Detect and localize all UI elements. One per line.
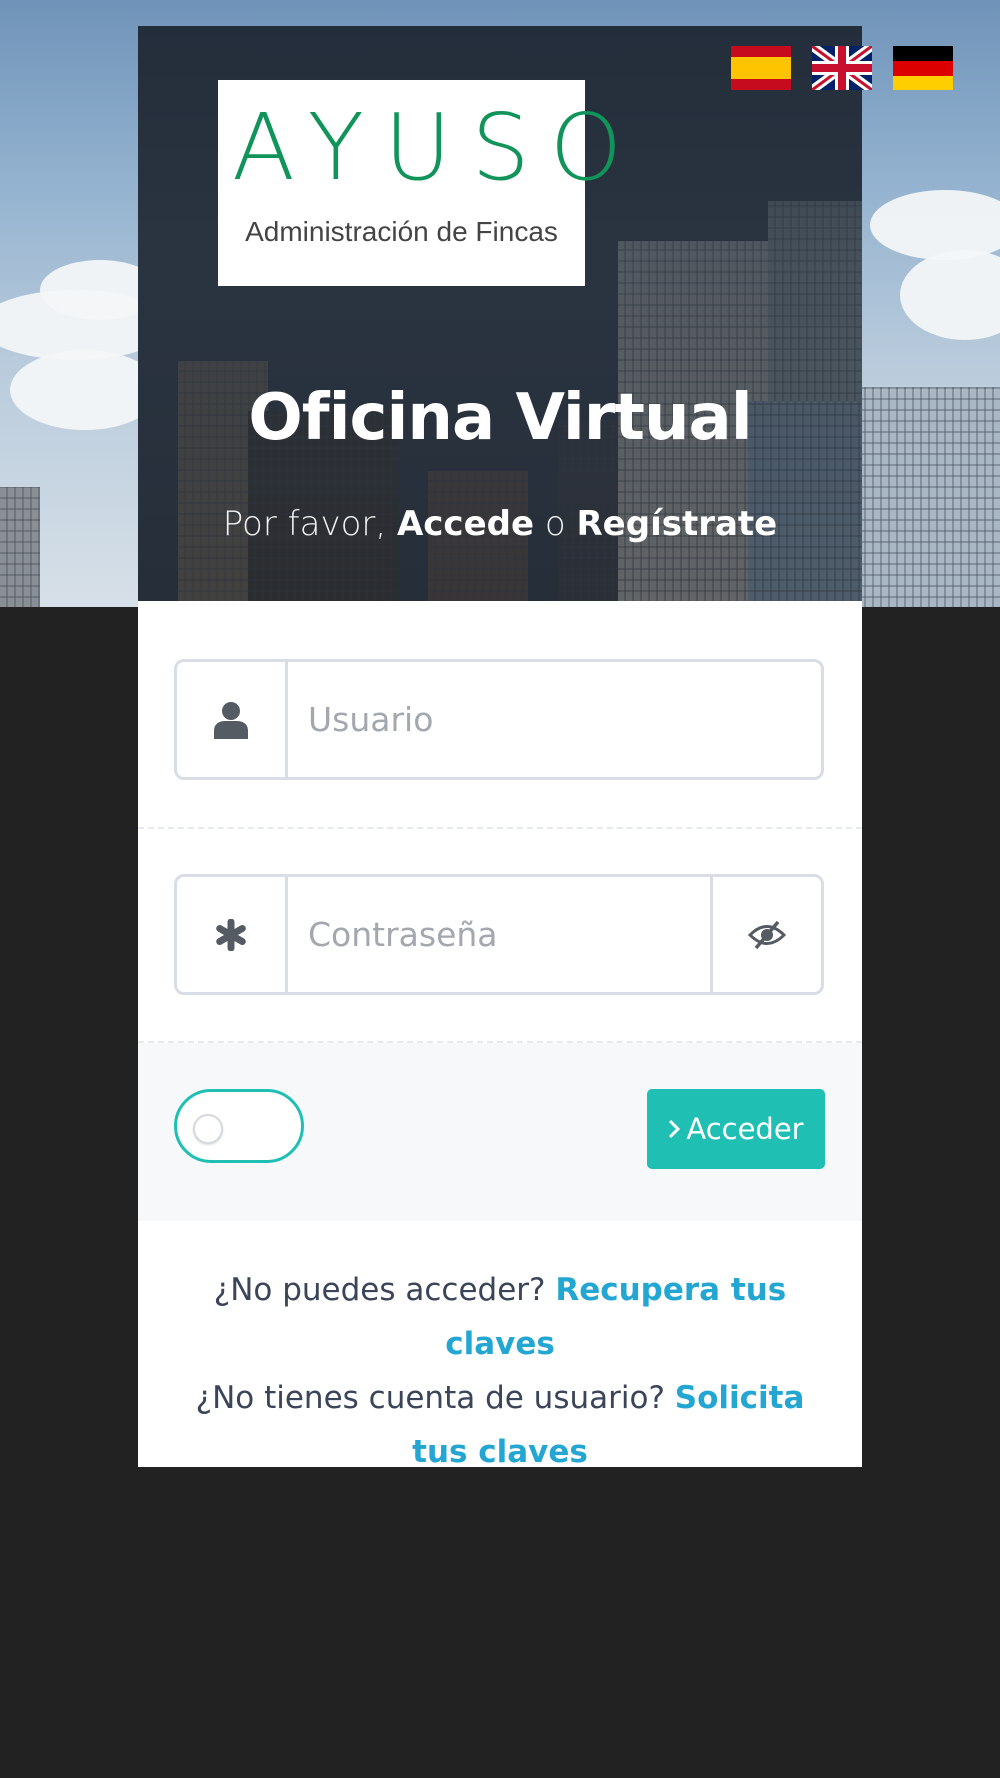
prompt-or: o — [534, 504, 577, 544]
username-field — [174, 659, 824, 780]
flag-gb-icon[interactable] — [812, 46, 872, 90]
logo-wordmark: AYUSO — [232, 94, 643, 201]
remember-me-toggle[interactable] — [174, 1089, 304, 1163]
login-link[interactable]: Accede — [397, 504, 534, 544]
form-actions: Acceder — [138, 1043, 862, 1221]
eye-slash-icon[interactable] — [710, 877, 821, 992]
chevron-right-icon — [668, 1112, 681, 1146]
prompt-prefix: Por favor, — [222, 504, 397, 544]
forgot-line: ¿No puedes acceder? Recupera tus claves — [178, 1263, 822, 1371]
logo-subtitle: Administración de Fincas — [245, 216, 558, 247]
no-account-line: ¿No tienes cuenta de usuario? Solicita t… — [178, 1371, 822, 1479]
login-register-prompt: Por favor, Accede o Regístrate — [138, 504, 862, 544]
language-selector — [731, 46, 953, 90]
register-link[interactable]: Regístrate — [576, 504, 777, 544]
help-links: ¿No puedes acceder? Recupera tus claves … — [178, 1263, 822, 1479]
forgot-text: ¿No puedes acceder? — [213, 1272, 556, 1308]
login-button[interactable]: Acceder — [647, 1089, 825, 1169]
toggle-knob — [193, 1114, 223, 1144]
password-input[interactable] — [288, 877, 710, 992]
flag-es-icon[interactable] — [731, 46, 791, 90]
asterisk-icon — [177, 877, 288, 992]
login-button-label: Acceder — [686, 1112, 804, 1146]
no-account-text: ¿No tienes cuenta de usuario? — [195, 1380, 675, 1416]
password-field — [174, 874, 824, 995]
page-title: Oficina Virtual — [248, 381, 752, 455]
header-banner: AYUSO Administración de Fincas Oficina V… — [138, 26, 862, 601]
divider — [138, 827, 862, 829]
flag-de-icon[interactable] — [893, 46, 953, 90]
company-logo: AYUSO Administración de Fincas — [218, 80, 643, 286]
username-input[interactable] — [288, 662, 821, 777]
login-form: Acceder ¿No puedes acceder? Recupera tus… — [138, 601, 862, 1470]
user-icon — [177, 662, 288, 777]
